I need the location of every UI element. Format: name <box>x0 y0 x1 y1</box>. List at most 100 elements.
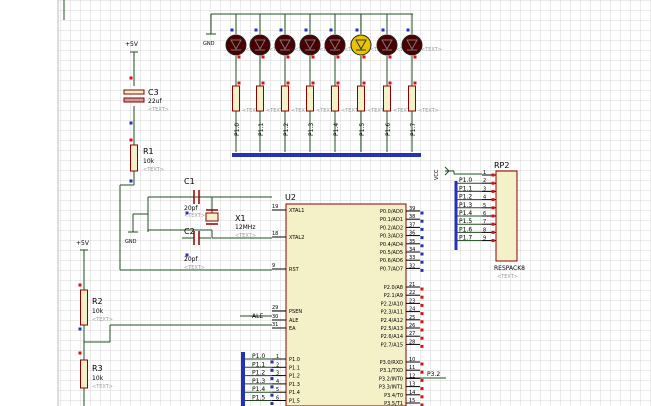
resistor-5 <box>331 85 339 112</box>
p1-left-net-label: P1.3 <box>252 378 265 385</box>
led-5-icon <box>324 34 346 56</box>
led-pin-dot <box>388 55 392 59</box>
u2-right-pin-dot <box>420 268 424 272</box>
rp2-pin-dot <box>491 214 495 218</box>
r1-pin-dot <box>129 179 133 183</box>
u2-right-pin-dot <box>420 287 424 291</box>
u2-left-pin-num: 9 <box>272 263 275 269</box>
u2-right-pin-name: P2.4/A12 <box>381 318 403 324</box>
resistor-text-label: <TEXT> <box>418 108 439 114</box>
resistor-net-label: P1.4 <box>333 123 340 136</box>
u2-right-pin-dot <box>420 387 424 391</box>
led-pin-dot <box>355 28 359 32</box>
schematic-canvas[interactable]: <TEXT> <TEXT> P1.0 <TEXT> <TEXT> P1.1 <TEXT> <T… <box>0 0 651 406</box>
u2-left-pin-name: EA <box>289 326 296 332</box>
r3-pin-dot <box>78 351 82 355</box>
u2-right-pin-num: 15 <box>409 398 415 404</box>
rp2-pin-num: 7 <box>483 219 486 225</box>
rp2-pin-dot <box>491 181 495 185</box>
resistor-net-label: P1.5 <box>359 123 366 136</box>
led-pin-dot <box>336 55 340 59</box>
u2-left-pin-name: ALE <box>289 318 298 324</box>
p32-net-label: P3.2 <box>427 371 440 378</box>
c2-ref: C2 <box>184 227 195 236</box>
u2-right-pin-name: P3.4/T0 <box>384 393 403 399</box>
u2-right-pin-name: P0.6/AD6 <box>380 258 403 264</box>
res-pin-dot <box>336 81 340 85</box>
r2-value: 10k <box>92 308 104 315</box>
resistor-net-label: P1.2 <box>283 123 290 136</box>
schematic-svg[interactable]: <TEXT> <TEXT> P1.0 <TEXT> <TEXT> P1.1 <TEXT> <T… <box>0 0 651 406</box>
r2-ref: R2 <box>92 297 103 306</box>
led-pin-dot <box>362 55 366 59</box>
u2-right-pin-name: P0.7/AD7 <box>380 266 403 272</box>
res-pin-dot <box>388 81 392 85</box>
resistor-2 <box>256 85 264 112</box>
u2-p1-pin-name: P1.3 <box>289 382 300 388</box>
u2-right-pin-dot <box>420 362 424 366</box>
u2-p1-pin-num: 2 <box>276 362 279 368</box>
u2-right-pin-num: 37 <box>409 222 415 228</box>
u2-right-pin-name: P2.6/A14 <box>381 334 403 340</box>
rp2-net-label: P1.6 <box>459 226 472 233</box>
u2-left-pin-num: 19 <box>272 204 278 210</box>
p1-left-net-label: P1.4 <box>252 386 265 393</box>
rp2-pin-dot <box>491 206 495 210</box>
gnd-top-label: GND <box>203 41 215 47</box>
rp2-pin-num: 1 <box>483 170 486 176</box>
u2-right-pin-num: 22 <box>409 290 415 296</box>
res-pin-dot <box>261 81 265 85</box>
rp2-pin-num: 4 <box>483 195 486 201</box>
u2-p1-pin-dot <box>270 368 274 372</box>
u2-p1-pin-name: P1.2 <box>289 374 300 380</box>
u2-right-pin-name: P3.0/RXD <box>380 360 404 366</box>
r3-body <box>80 359 88 389</box>
u2-right-pin-dot <box>420 328 424 332</box>
led-pin-dot <box>311 55 315 59</box>
c3-pin-dot <box>129 76 133 80</box>
u2-right-pin-name: P3.1/TXD <box>380 368 403 374</box>
u2-p1-pin-num: 5 <box>276 387 279 393</box>
resistor-7 <box>383 85 391 112</box>
c3-text: <TEXT> <box>148 107 169 113</box>
gnd-xtal-label: GND <box>125 239 137 245</box>
u2-right-pin-dot <box>420 303 424 307</box>
rp2-net-label: P1.7 <box>459 235 472 242</box>
res-pin-dot <box>311 81 315 85</box>
u2-right-pin-dot <box>420 260 424 264</box>
u2-right-pin-name: P0.3/AD3 <box>380 234 403 240</box>
u2-right-pin-num: 33 <box>409 255 415 261</box>
c2-value: 20pf <box>184 256 198 263</box>
u2-p1-pin-num: 6 <box>276 396 279 402</box>
r2-pin-dot <box>78 327 82 331</box>
c1-text: <TEXT> <box>184 213 205 219</box>
u2-right-pin-dot <box>420 370 424 374</box>
led-8-icon <box>401 34 423 56</box>
u2-p1-pin-dot <box>270 393 274 397</box>
u2-right-pin-dot <box>420 211 424 215</box>
rp2-pin-dot <box>491 189 495 193</box>
resistor-net-label: P1.1 <box>258 123 265 136</box>
u2-p1-pin-num: 1 <box>276 354 279 360</box>
c1-value: 20pf <box>184 205 198 212</box>
u2-right-pin-num: 36 <box>409 231 415 237</box>
rp2-net-label: P1.0 <box>459 177 472 184</box>
rp2-pin-num: 5 <box>483 203 486 209</box>
u2-right-pin-num: 11 <box>409 365 415 371</box>
u2-p1-pin-name: P1.0 <box>289 357 300 363</box>
u2-right-pin-name: P2.5/A13 <box>381 326 403 332</box>
u2-right-pin-num: 28 <box>409 339 415 345</box>
led-pin-dot <box>237 55 241 59</box>
led-3-icon <box>274 34 296 56</box>
u2-right-pin-dot <box>420 344 424 348</box>
c3-value: 22uf <box>148 98 162 105</box>
rp2-part: RESPACK8 <box>494 265 525 272</box>
u2-right-pin-num: 25 <box>409 315 415 321</box>
u2-right-pin-dot <box>420 336 424 340</box>
x1-ref: X1 <box>235 214 246 223</box>
rp2-pin-num: 2 <box>483 178 486 184</box>
led-7-icon <box>376 34 398 56</box>
rp2-net-label: P1.2 <box>459 194 472 201</box>
resistor-net-label: P1.3 <box>308 123 315 136</box>
res-pin-dot <box>413 81 417 85</box>
